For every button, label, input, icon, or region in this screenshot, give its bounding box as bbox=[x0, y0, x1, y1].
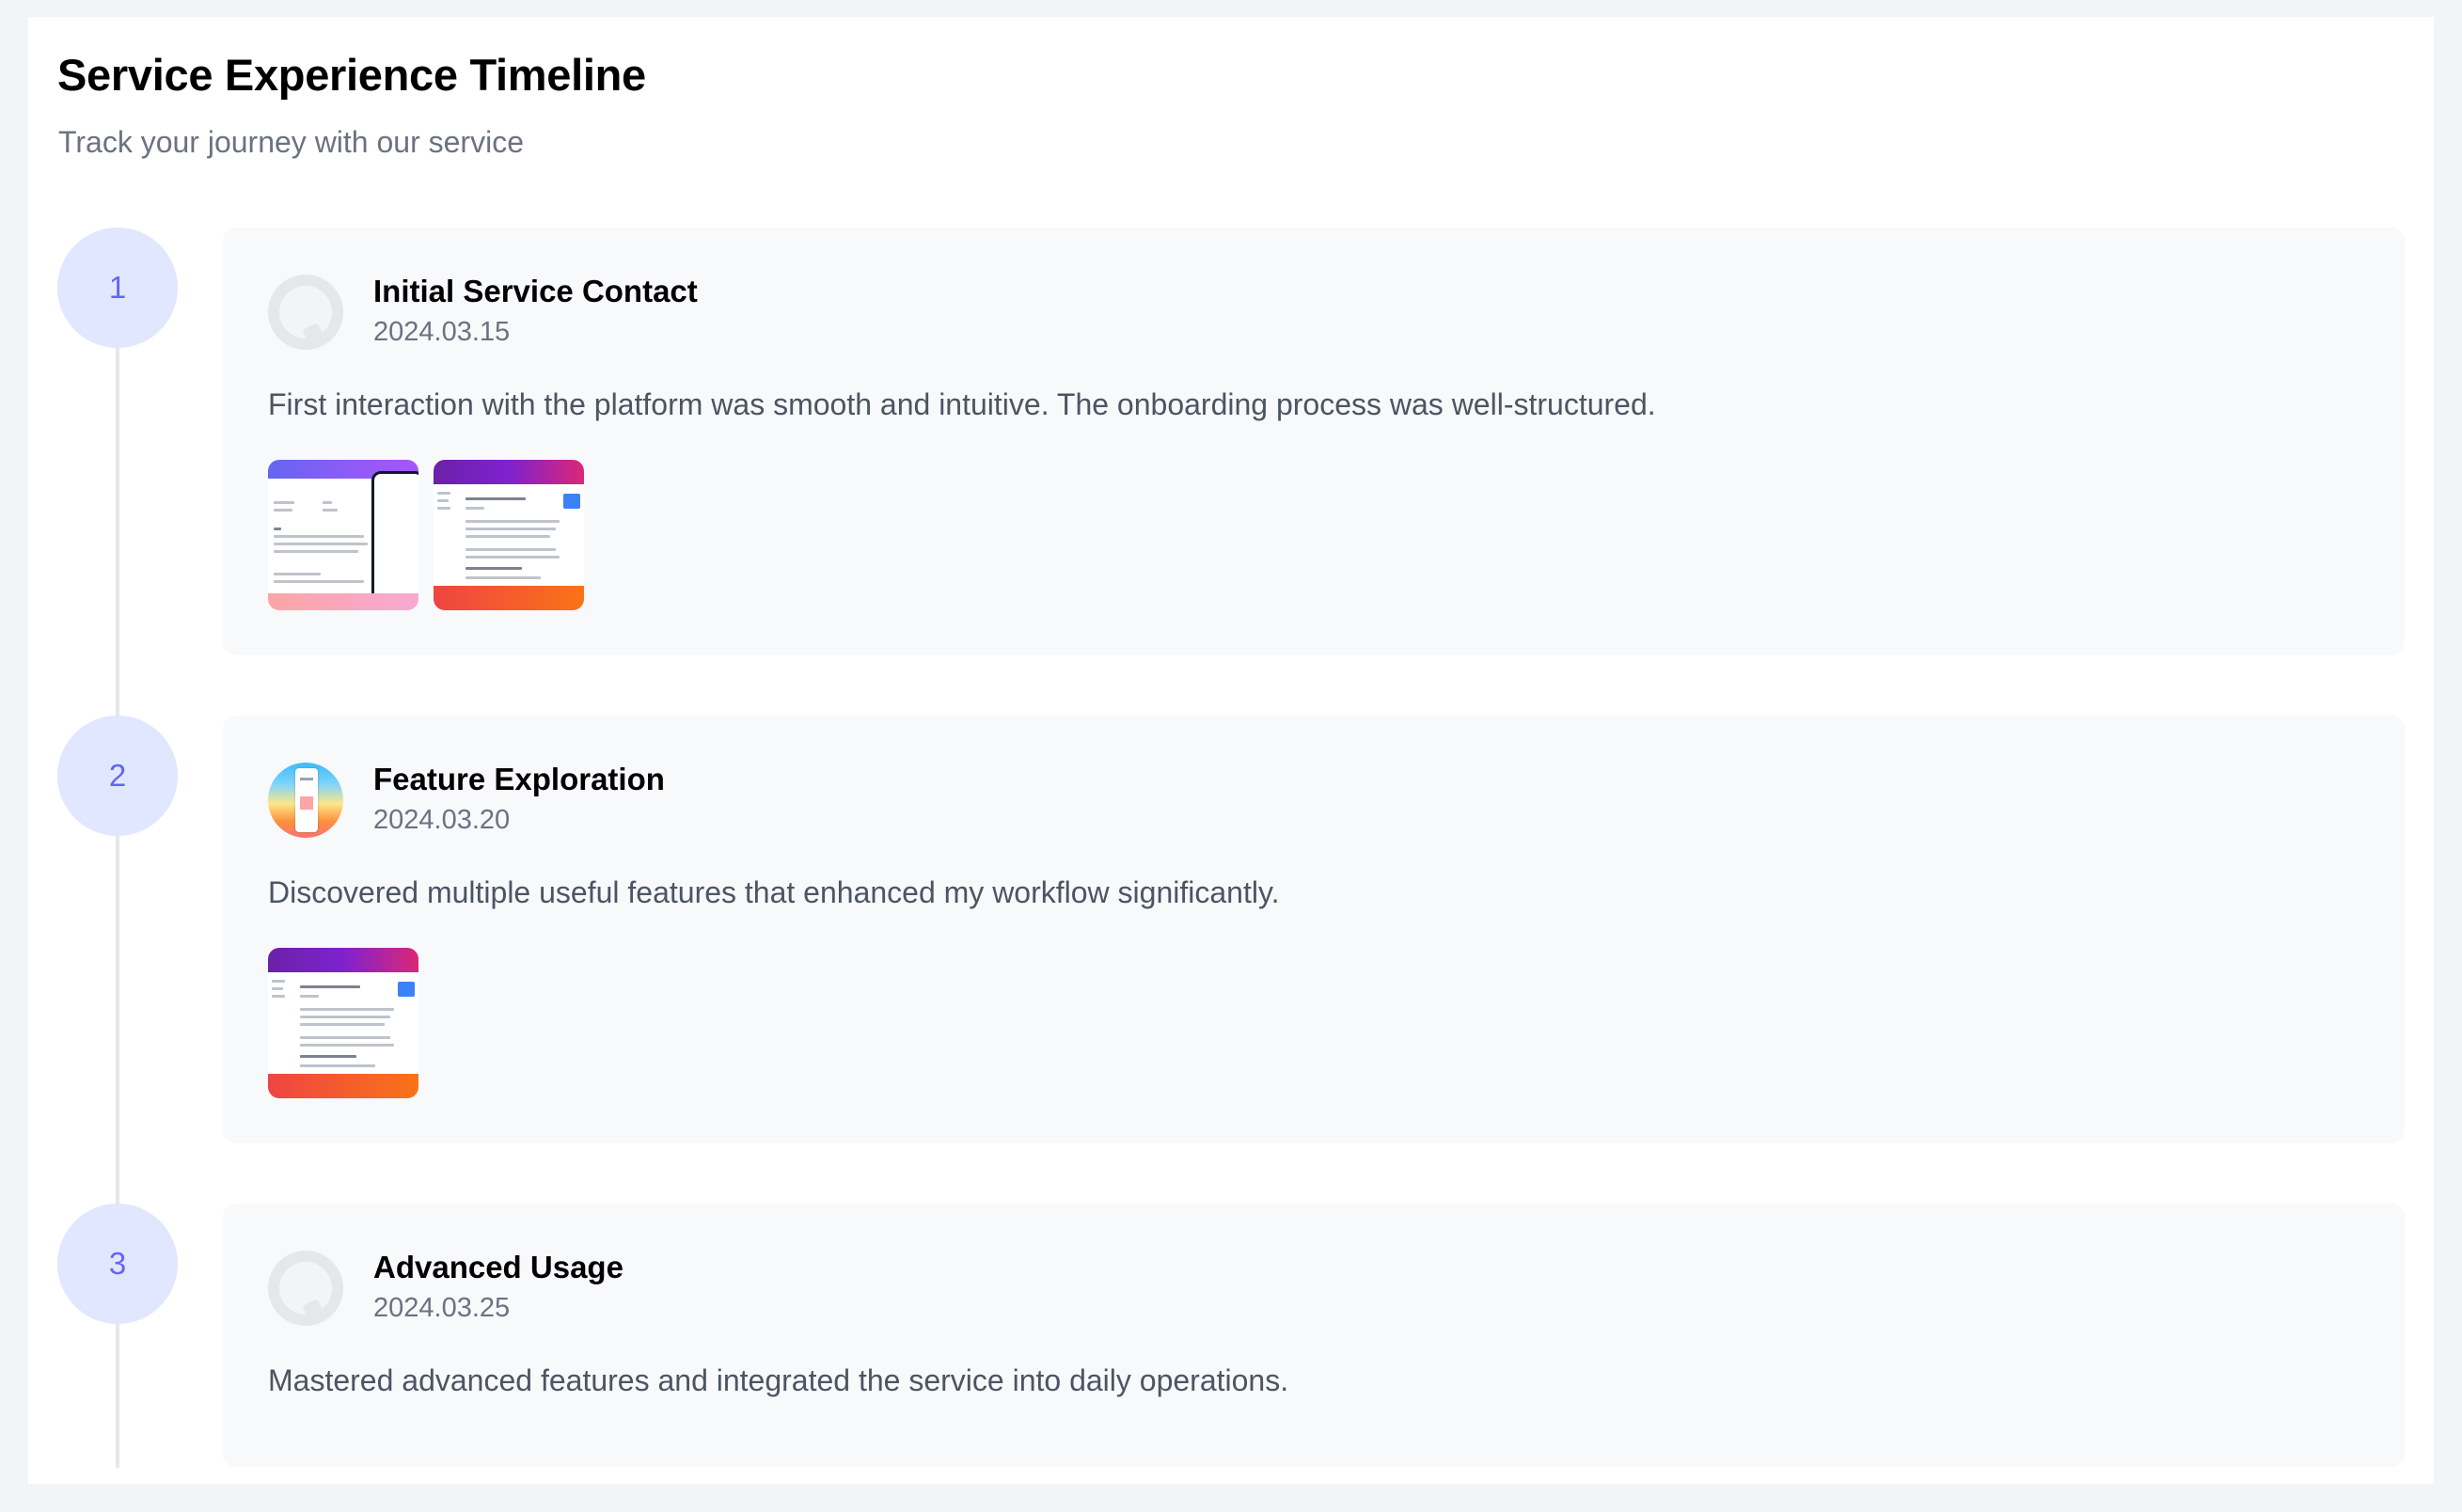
user-avatar-placeholder-icon bbox=[268, 1251, 343, 1326]
timeline-card: Initial Service Contact 2024.03.15 First… bbox=[223, 228, 2405, 655]
timeline-card: Advanced Usage 2024.03.25 Mastered advan… bbox=[223, 1204, 2405, 1467]
card-date: 2024.03.20 bbox=[373, 805, 511, 835]
user-avatar-photo bbox=[268, 763, 343, 838]
user-avatar-placeholder-icon bbox=[268, 275, 343, 350]
timeline-panel: Service Experience Timeline Track your j… bbox=[28, 17, 2434, 1484]
card-title: Feature Exploration bbox=[373, 762, 665, 796]
step-indicator-1: 1 bbox=[57, 228, 178, 348]
step-indicator-2: 2 bbox=[57, 716, 178, 836]
card-title: Advanced Usage bbox=[373, 1250, 623, 1284]
card-description: Mastered advanced features and integrate… bbox=[268, 1363, 1289, 1397]
article-page-screenshot-thumbnail[interactable] bbox=[268, 948, 418, 1098]
step-indicator-3: 3 bbox=[57, 1204, 178, 1324]
card-description: Discovered multiple useful features that… bbox=[268, 875, 1280, 909]
card-date: 2024.03.25 bbox=[373, 1293, 511, 1323]
page-title: Service Experience Timeline bbox=[57, 50, 646, 100]
mobile-dashboard-screenshot-thumbnail[interactable] bbox=[268, 460, 418, 610]
timeline-card: Feature Exploration 2024.03.20 Discovere… bbox=[223, 716, 2405, 1143]
page-subtitle: Track your journey with our service bbox=[58, 125, 524, 159]
card-date: 2024.03.15 bbox=[373, 317, 511, 347]
card-title: Initial Service Contact bbox=[373, 274, 698, 308]
card-description: First interaction with the platform was … bbox=[268, 387, 1656, 421]
article-page-screenshot-thumbnail[interactable] bbox=[434, 460, 584, 610]
